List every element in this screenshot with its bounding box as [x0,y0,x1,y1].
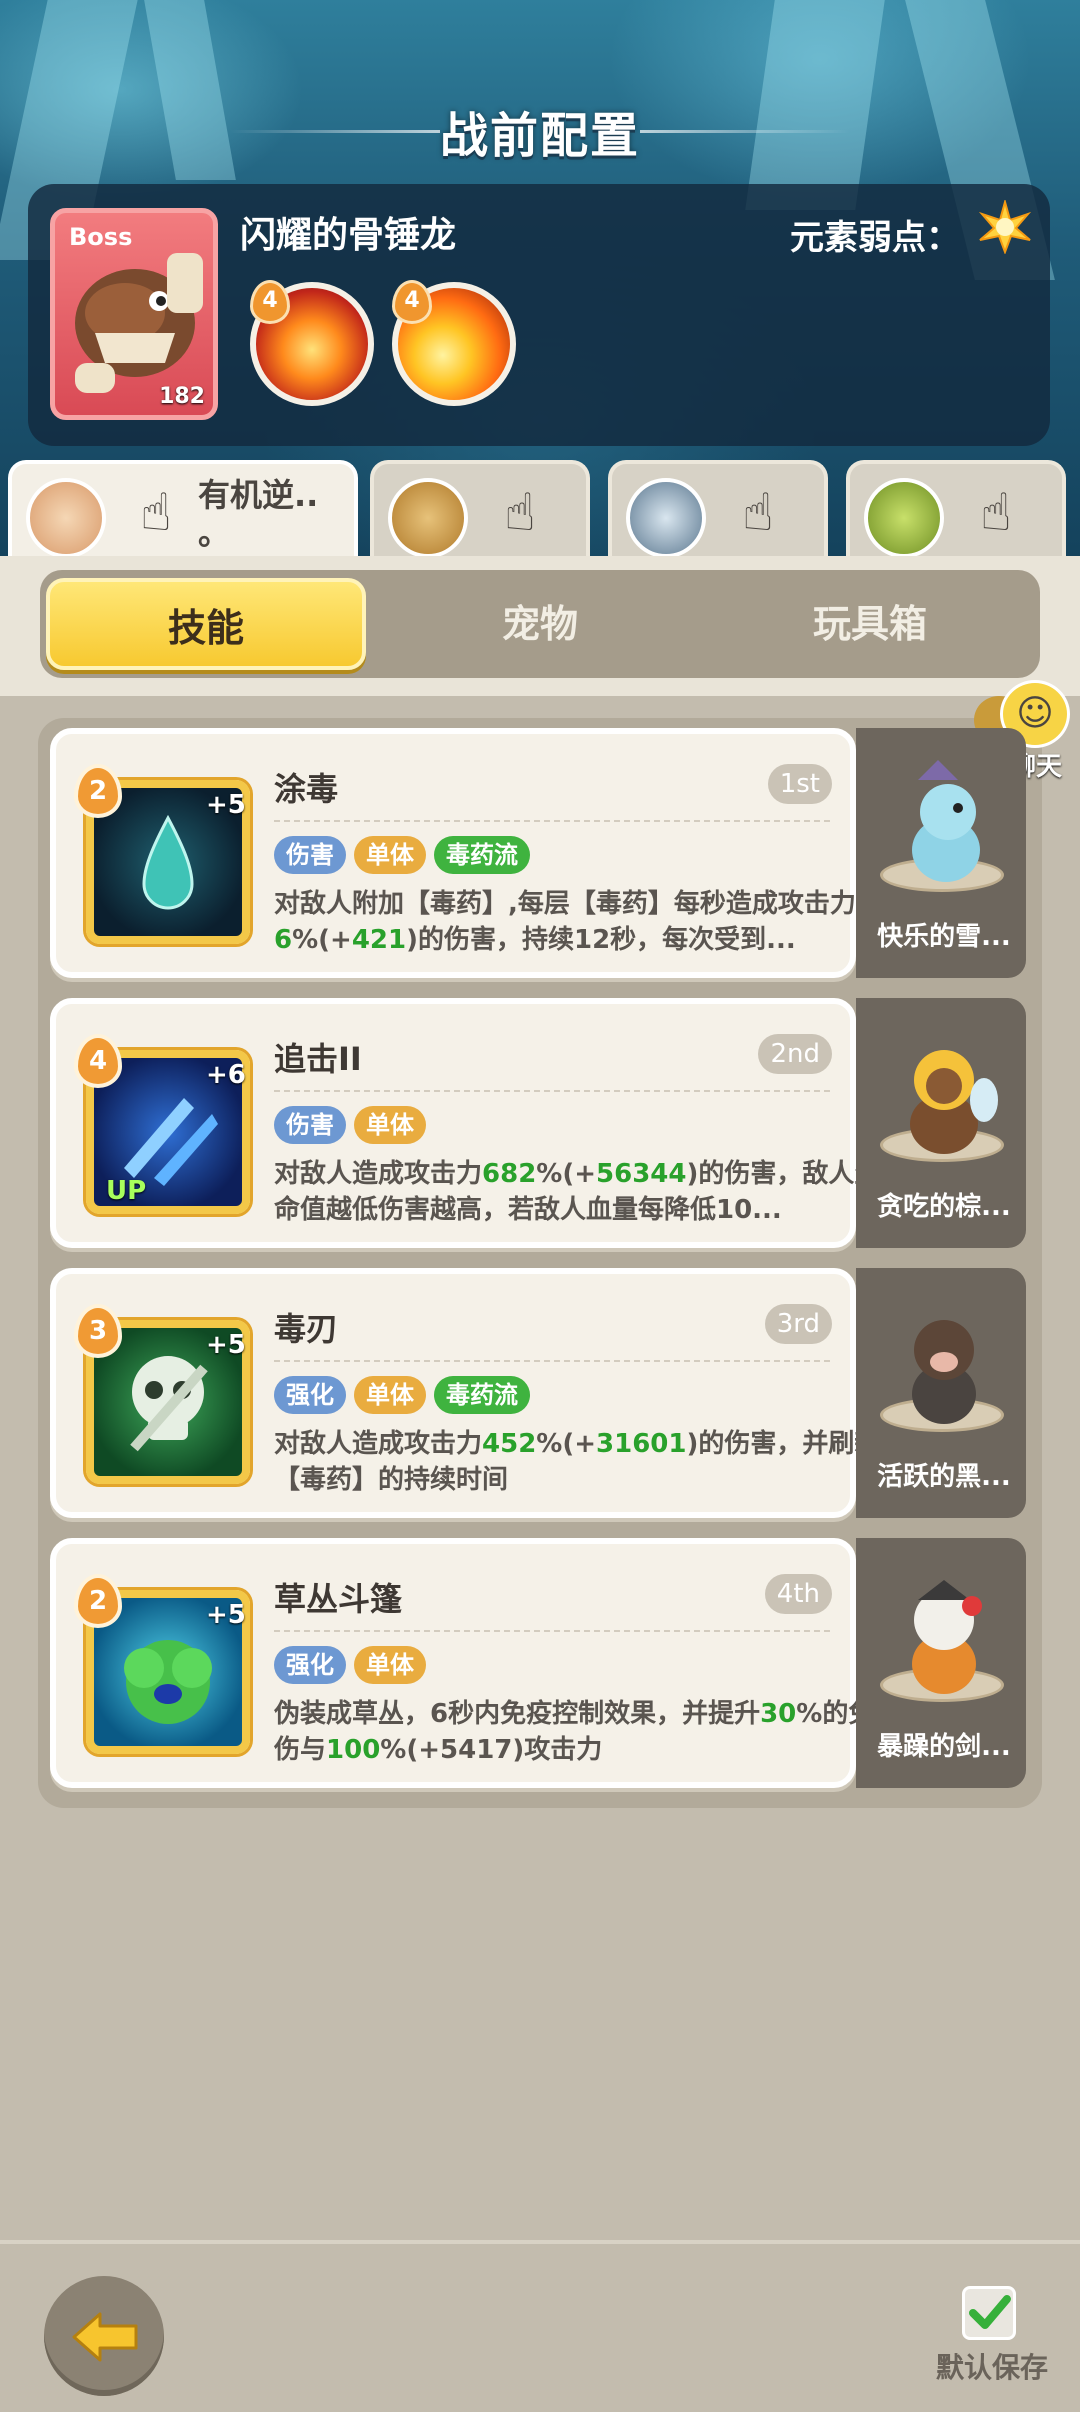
element-weakness-label: 元素弱点： [790,218,960,258]
category-segmented-control: 技能 宠物 玩具箱 [40,570,1040,678]
tag-poison-build: 毒药流 [434,836,530,874]
pet-tab-3[interactable]: ☝ [608,460,828,560]
tag-poison-build: 毒药流 [434,1376,530,1414]
skill-rank-badge: 3rd [764,1304,832,1344]
checkmark-icon [969,2295,1011,2329]
pet-tab-4[interactable]: ☝ [846,460,1066,560]
skill-rank-badge: 2nd [758,1034,832,1074]
pet-avatar [626,478,706,558]
hand-pointer-icon: ☝ [742,483,774,543]
pet-tab-2[interactable]: ☝ [370,460,590,560]
divider [274,1360,830,1362]
boss-skill-level-badge: 4 [392,280,432,324]
light-element-icon[interactable] [978,200,1032,254]
snow-pet-figure-icon [912,760,980,882]
skill-description: 对敌人造成攻击力682%(+56344)的伤害，敌人生命值越低伤害越高，若敌人血… [274,1159,881,1225]
tag-buff: 强化 [274,1646,346,1684]
skill-card[interactable]: 3 +5 毒刃 3rd 强化 单体 毒药流 对敌人造成攻击力452%(+3160… [50,1268,880,1518]
skill-rank-badge: 4th [764,1574,832,1614]
hand-pointer-icon: ☝ [980,483,1012,543]
boss-skill-fire-slash[interactable]: 4 [392,280,516,406]
skill-tags: 伤害 单体 [274,1106,426,1144]
skill-tags: 强化 单体 [274,1646,426,1684]
skill-card[interactable]: 4 +6 UP 追击II 2nd 伤害 单体 对敌人造成攻击力682%(+563… [50,998,880,1248]
tag-damage: 伤害 [274,836,346,874]
skill-name: 涂毒 [274,770,339,808]
skill-upgrade-indicator: UP [106,1176,147,1206]
pet-tabs-row: ☝ 有机逆.. 。 ☝ ☝ ☝ [0,460,1080,560]
bee-bear-pet-figure-icon [910,1050,998,1154]
skill-pet-slot[interactable]: 暴躁的剑... [856,1538,1026,1788]
tag-single-target: 单体 [354,1106,426,1144]
skill-name: 追击II [274,1040,362,1078]
pet-name: 暴躁的剑... [877,1732,1011,1762]
pet-name: 快乐的雪... [877,922,1011,952]
sword-cat-pet-figure-icon [912,1580,982,1694]
divider [274,1090,830,1092]
default-save-label: 默认保存 [936,2351,1049,2384]
skill-plus-level: +5 [206,790,246,820]
tag-single-target: 单体 [354,1376,426,1414]
skill-tags: 伤害 单体 毒药流 [274,836,530,874]
skill-plus-level: +5 [206,1600,246,1630]
tab-pets[interactable]: 宠物 [380,578,700,670]
pet-tab-label: 有机逆.. 。 [198,476,319,552]
pet-tab-1[interactable]: ☝ 有机逆.. 。 [8,460,358,560]
pet-avatar [26,478,106,558]
skill-rank-badge: 1st [767,764,832,804]
skill-pet-slot[interactable]: 快乐的雪... [856,728,1026,978]
boss-name: 闪耀的骨锤龙 [240,215,457,256]
boss-skill-level-badge: 4 [250,280,290,324]
page-title: 战前配置 [439,108,640,164]
tag-damage: 伤害 [274,1106,346,1144]
skill-tags: 强化 单体 毒药流 [274,1376,530,1414]
skill-description: 对敌人附加【毒药】,每层【毒药】每秒造成攻击力6%(+421)的伤害，持续12秒… [274,889,856,955]
skill-level-badge: 4 [74,1034,122,1088]
skill-card[interactable]: 2 +5 草丛斗篷 4th 强化 单体 伪装成草丛，6秒内免疫控制效果，并提升3… [50,1538,874,1788]
back-arrow-icon [72,2312,138,2362]
skill-plus-level: +6 [206,1060,246,1090]
hand-pointer-icon: ☝ [504,483,536,543]
skill-plus-level: +5 [206,1330,246,1360]
back-button[interactable] [44,2276,164,2396]
skill-pet-slot[interactable]: 贪吃的棕... [856,998,1026,1248]
divider [274,820,830,822]
skill-level-badge: 2 [74,1574,122,1628]
skill-name: 毒刃 [274,1310,339,1348]
divider [274,1630,830,1632]
boss-portrait[interactable]: Boss 182 [50,208,218,420]
hand-pointer-icon: ☝ [140,483,172,543]
boss-level: 182 [159,384,205,409]
tab-skills[interactable]: 技能 [46,578,366,670]
boss-skill-fire-bird[interactable]: 4 [250,280,374,406]
skill-name: 草丛斗篷 [274,1580,403,1618]
skill-card[interactable]: 2 +5 涂毒 1st 伤害 单体 毒药流 对敌人附加【毒药】,每层【毒药】每秒… [50,728,856,978]
pet-name: 贪吃的棕... [877,1192,1011,1222]
tag-single-target: 单体 [354,836,426,874]
black-boar-pet-figure-icon [912,1320,976,1424]
tag-single-target: 单体 [354,1646,426,1684]
skill-pet-slot[interactable]: 活跃的黑... [856,1268,1026,1518]
boss-info-panel: Boss 182 闪耀的骨锤龙 元素弱点： 4 4 [28,184,1050,446]
skill-description: 对敌人造成攻击力452%(+31601)的伤害，并刷新【毒药】的持续时间 [274,1429,881,1495]
tab-toybox[interactable]: 玩具箱 [710,578,1030,670]
tag-buff: 强化 [274,1376,346,1414]
skill-description: 伪装成草丛，6秒内免疫控制效果，并提升30%的免伤与100%(+5417)攻击力 [274,1699,875,1765]
pet-avatar [388,478,468,558]
skill-level-badge: 3 [74,1304,122,1358]
pet-name: 活跃的黑... [877,1462,1011,1492]
boss-tag: Boss [69,223,133,251]
default-save-checkbox[interactable] [962,2286,1016,2340]
skill-level-badge: 2 [74,764,122,818]
pet-avatar [864,478,944,558]
